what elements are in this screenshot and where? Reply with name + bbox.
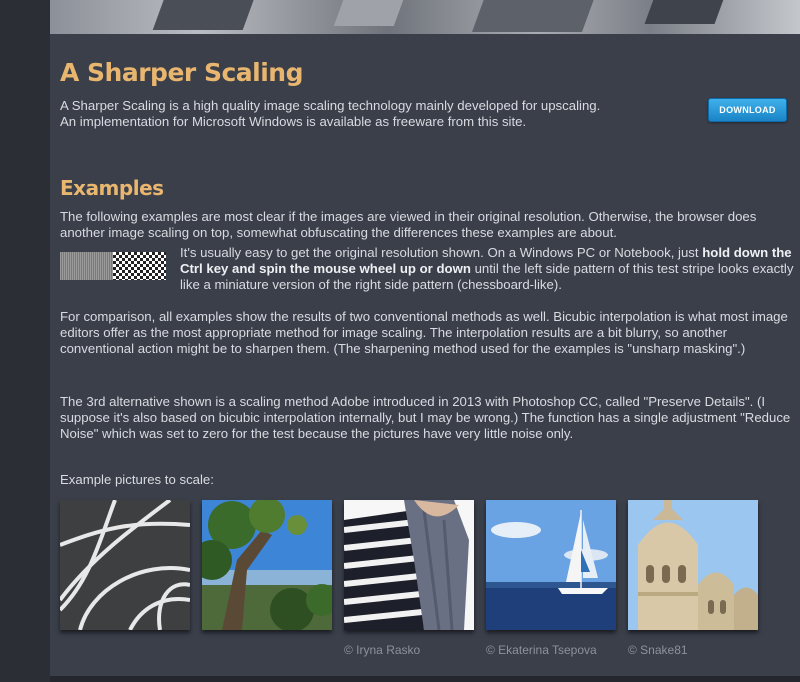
examples-paragraph-2: It's usually easy to get the original re… bbox=[180, 245, 794, 292]
thumbnail-sailboat[interactable] bbox=[486, 500, 616, 630]
examples-paragraph-1: The following examples are most clear if… bbox=[60, 209, 757, 240]
thumbnail-tree[interactable] bbox=[202, 500, 332, 630]
intro-line-2: An implementation for Microsoft Windows … bbox=[60, 114, 527, 129]
thumbnail-scarf[interactable] bbox=[344, 500, 474, 630]
photo-credit-sailboat: © Ekaterina Tsepova bbox=[486, 643, 597, 657]
intro-line-1: A Sharper Scaling is a high quality imag… bbox=[60, 98, 601, 113]
example-pictures-label: Example pictures to scale: bbox=[60, 472, 214, 487]
test-stripe-image bbox=[60, 252, 166, 280]
page-panel: A Sharper Scaling A Sharper Scaling is a… bbox=[50, 0, 800, 676]
header-banner-image bbox=[50, 0, 800, 34]
examples-heading: Examples bbox=[60, 176, 164, 200]
examples-paragraph-4: The 3rd alternative shown is a scaling m… bbox=[60, 394, 791, 441]
thumbnail-basilica[interactable] bbox=[628, 500, 758, 630]
photo-credit-scarf: © Iryna Rasko bbox=[344, 643, 421, 657]
examples-paragraph-3: For comparison, all examples show the re… bbox=[60, 309, 788, 356]
page-title: A Sharper Scaling bbox=[60, 58, 303, 87]
thumbnail-arcs[interactable] bbox=[60, 500, 190, 630]
photo-credit-basilica: © Snake81 bbox=[628, 643, 688, 657]
footer-divider bbox=[50, 676, 800, 682]
download-button[interactable]: DOWNLOAD bbox=[708, 98, 787, 122]
